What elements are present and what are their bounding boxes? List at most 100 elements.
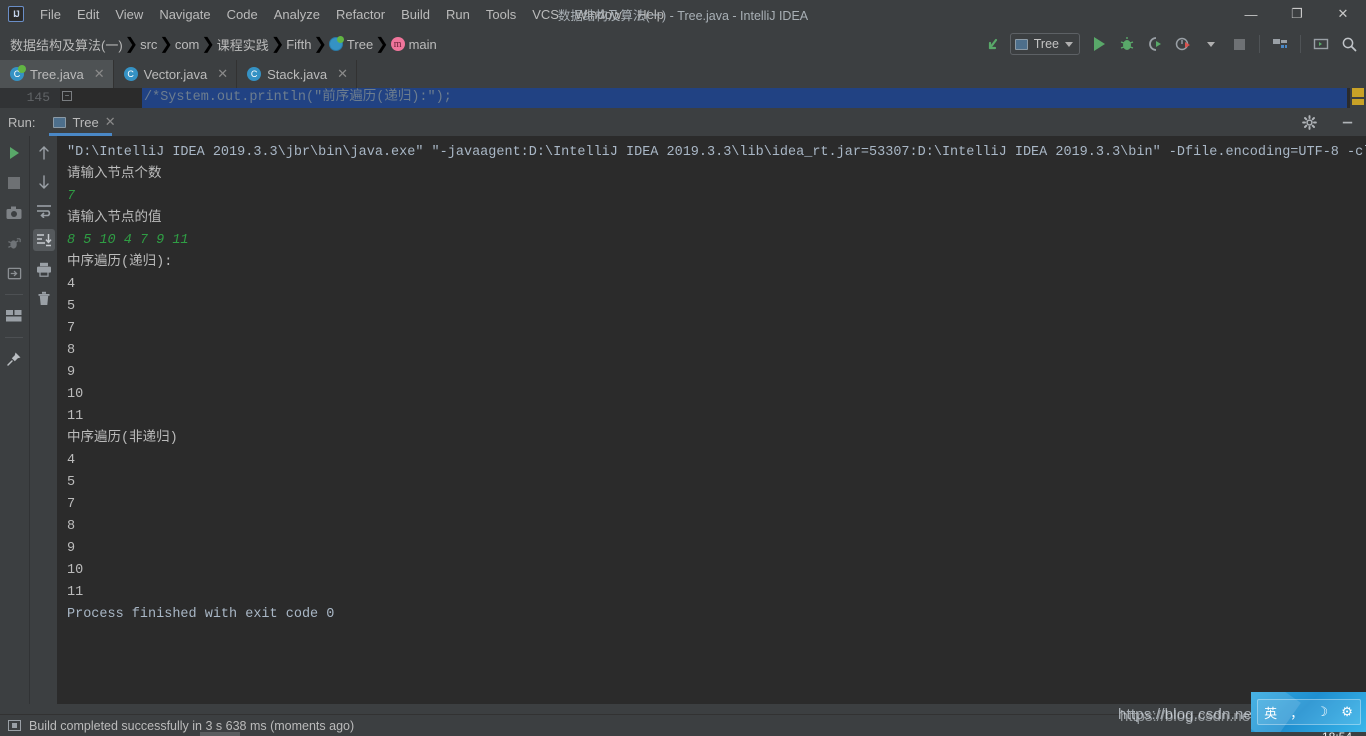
down-arrow-icon[interactable] [33, 171, 55, 193]
menu-run[interactable]: Run [438, 4, 478, 25]
dump-threads-icon[interactable] [3, 232, 25, 254]
breadcrumb-separator: ❯ [375, 36, 389, 53]
profiler-icon[interactable] [1170, 32, 1196, 56]
code-line-selected[interactable]: /*System.out.println("前序遍历(递归):"); [142, 88, 1347, 108]
breadcrumb-item[interactable]: com [173, 35, 202, 54]
runnable-class-icon [10, 65, 26, 81]
menu-window[interactable]: Window [567, 4, 629, 25]
breadcrumb: 数据结构及算法(一)❯src❯com❯课程实践❯Fifth❯Tree❯main [0, 33, 439, 56]
up-arrow-icon[interactable] [33, 142, 55, 164]
profiler-dropdown-icon[interactable] [1198, 32, 1224, 56]
close-icon[interactable]: ✕ [105, 114, 116, 130]
console-actions-rail [29, 136, 57, 704]
snapshot-icon[interactable] [3, 202, 25, 224]
code-fold-icon[interactable]: − [62, 91, 72, 101]
rerun-icon[interactable] [3, 142, 25, 164]
taskbar-indicator [200, 732, 240, 736]
run-actions-rail [0, 136, 28, 704]
run-tool-window-header: Run: Tree ✕ [0, 108, 1366, 136]
menu-file[interactable]: File [32, 4, 69, 25]
close-button[interactable]: ✕ [1320, 0, 1366, 28]
breadcrumb-label: 数据结构及算法(一) [10, 37, 123, 53]
editor-tab[interactable]: Stack.java ✕ [237, 60, 358, 88]
ime-moon-icon[interactable]: ☽ [1316, 704, 1328, 720]
breadcrumb-label: main [408, 36, 437, 52]
menu-view[interactable]: View [107, 4, 151, 25]
editor-tab[interactable]: Tree.java ✕ [0, 60, 114, 88]
console-output[interactable]: "D:\IntelliJ IDEA 2019.3.3\jbr\bin\java.… [57, 136, 1366, 704]
run-with-coverage-icon[interactable] [1142, 32, 1168, 56]
menu-navigate[interactable]: Navigate [151, 4, 218, 25]
breadcrumb-item[interactable]: Tree [327, 35, 375, 54]
intellij-idea-window: IJ File Edit View Navigate Code Analyze Refact… [0, 0, 1366, 736]
console-line: 中序遍历(递归): [67, 255, 173, 270]
breadcrumb-label: com [174, 36, 200, 52]
project-structure-icon[interactable] [1267, 32, 1293, 56]
toggle-sidebar-icon[interactable] [8, 720, 21, 731]
console-line: 9 [67, 541, 76, 556]
menu-build[interactable]: Build [393, 4, 438, 25]
menu-analyze[interactable]: Analyze [266, 4, 328, 25]
stop-icon[interactable] [1226, 32, 1252, 56]
breadcrumb-item[interactable]: Fifth [284, 35, 313, 54]
breadcrumb-item[interactable]: src [138, 35, 159, 54]
menu-help[interactable]: Help [629, 4, 672, 25]
editor-tab[interactable]: Vector.java ✕ [114, 60, 238, 88]
rail-divider-2 [5, 337, 23, 338]
class-icon [123, 67, 138, 81]
status-message: Build completed successfully in 3 s 638 … [29, 718, 355, 733]
terminal-icon[interactable] [1308, 32, 1334, 56]
breadcrumb-separator: ❯ [313, 36, 327, 53]
minimize-icon[interactable] [1334, 110, 1360, 134]
debug-icon[interactable] [1114, 32, 1140, 56]
stop-icon[interactable] [3, 172, 25, 194]
breadcrumb-label: Fifth [286, 36, 312, 52]
close-icon[interactable]: ✕ [337, 66, 348, 82]
run-icon[interactable] [1086, 32, 1112, 56]
resume-program-icon[interactable] [3, 262, 25, 284]
ime-settings-icon[interactable]: ⚙ [1341, 704, 1353, 720]
gear-icon[interactable] [1296, 110, 1322, 134]
console-line: 请输入节点个数 [67, 167, 162, 182]
breadcrumb-separator: ❯ [159, 36, 173, 53]
close-icon[interactable]: ✕ [94, 66, 105, 82]
breadcrumb-item[interactable]: 课程实践 [215, 33, 271, 56]
menu-edit[interactable]: Edit [69, 4, 107, 25]
close-icon[interactable]: ✕ [217, 66, 228, 82]
maximize-restore-button[interactable]: ❐ [1274, 0, 1320, 28]
print-icon[interactable] [33, 258, 55, 280]
search-everywhere-icon[interactable] [1336, 32, 1362, 56]
console-line: Process finished with exit code 0 [67, 607, 335, 622]
layout-settings-icon[interactable] [3, 305, 25, 327]
run-tab-tree[interactable]: Tree ✕ [47, 108, 121, 136]
scroll-to-end-icon[interactable] [32, 229, 55, 251]
minimize-button[interactable]: — [1228, 0, 1274, 28]
back-arrow-icon[interactable] [982, 32, 1008, 56]
editor-marker-bar[interactable] [1350, 88, 1366, 108]
main-menu: File Edit View Navigate Code Analyze Refactor B… [32, 0, 672, 28]
breadcrumb-separator: ❯ [270, 36, 285, 53]
editor-area[interactable]: 145 − /*System.out.println("前序遍历(递归):"); [0, 88, 1366, 108]
system-clock: 18:54 [1322, 730, 1352, 736]
rail-divider [5, 294, 23, 295]
menu-code[interactable]: Code [219, 4, 266, 25]
console-line: 7 [67, 321, 76, 336]
intellij-logo-icon: IJ [8, 6, 24, 22]
console-line: 4 [67, 453, 76, 468]
console-line: 7 [67, 497, 76, 512]
clear-all-icon[interactable] [33, 287, 55, 309]
ime-punctuation-icon[interactable]: ， [1290, 703, 1303, 722]
ime-language-bar[interactable]: 英 ， ☽ ⚙ [1251, 692, 1366, 732]
toolbar-divider [1259, 35, 1260, 53]
console-line: 请输入节点的值 [67, 211, 162, 226]
menu-tools[interactable]: Tools [478, 4, 524, 25]
pin-tab-icon[interactable] [3, 348, 25, 370]
menu-vcs[interactable]: VCS [524, 4, 567, 25]
run-configuration-selector[interactable]: Tree [1009, 33, 1080, 55]
breadcrumb-item[interactable]: 数据结构及算法(一) [8, 33, 125, 56]
menu-refactor[interactable]: Refactor [328, 4, 393, 25]
run-tab-label: Tree [72, 114, 99, 130]
ime-mode-label[interactable]: 英 [1264, 703, 1277, 722]
breadcrumb-item[interactable]: main [389, 35, 439, 54]
soft-wrap-icon[interactable] [33, 200, 55, 222]
